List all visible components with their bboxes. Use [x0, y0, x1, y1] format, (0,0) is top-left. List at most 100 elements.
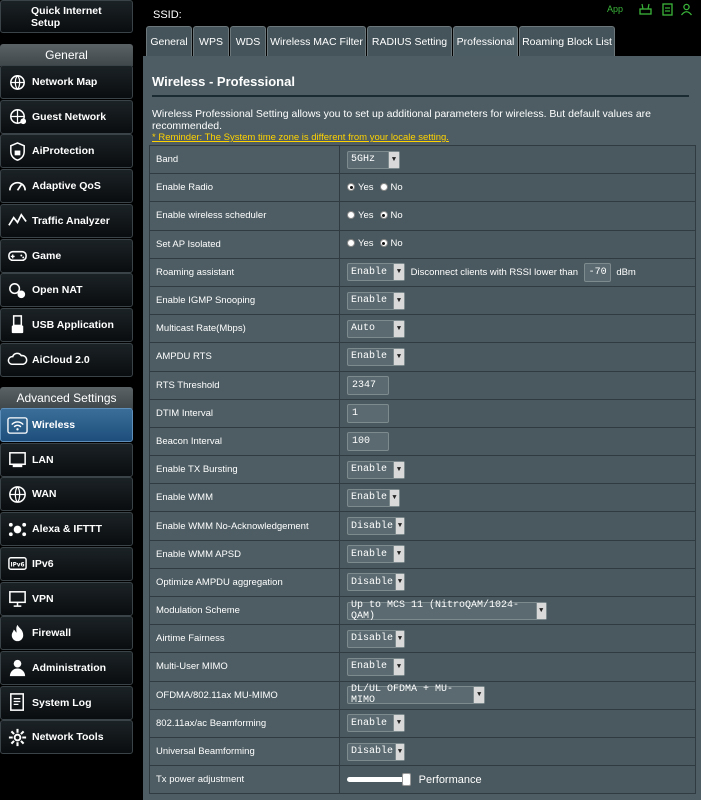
sidebar-item-vpn[interactable]: VPN — [0, 581, 133, 616]
mu-mimo-label: Multi-User MIMO — [149, 652, 340, 682]
wireless-scheduler-yes-label: Yes — [358, 209, 374, 221]
chevron-down-icon: ▼ — [393, 546, 404, 563]
chevron-down-icon: ▼ — [473, 687, 484, 704]
modulation-select[interactable]: Up to MCS 11 (NitroQAM/1024-QAM) ▼ — [347, 600, 547, 622]
sidebar-item-label: AiCloud 2.0 — [32, 353, 90, 366]
sidebar-item-aicloud-2-0[interactable]: AiCloud 2.0 — [0, 342, 133, 377]
setting-row-wmm-apsd: Enable WMM APSD Enable ▼ — [149, 539, 696, 569]
sidebar-item-aiprotection[interactable]: AiProtection — [0, 134, 133, 169]
network-map-icon — [5, 70, 29, 94]
tab-radius-setting[interactable]: RADIUS Setting — [367, 26, 452, 56]
wireless-scheduler-no-radio[interactable] — [379, 211, 388, 220]
sidebar-item-administration[interactable]: Administration — [0, 650, 133, 685]
band-select-value: 5GHz — [351, 154, 376, 166]
lan-icon — [5, 448, 29, 472]
tx-power-slider-track — [347, 776, 406, 782]
wmm-apsd-select[interactable]: Enable ▼ — [347, 545, 405, 564]
sidebar-item-network-tools[interactable]: Network Tools — [0, 720, 133, 755]
router-icon[interactable] — [639, 3, 652, 16]
ampdu-aggregation-select[interactable]: Disable ▼ — [347, 573, 405, 592]
ofdma-select-value: DL/UL OFDMA + MU-MIMO — [351, 684, 454, 707]
wireless-scheduler-yes-radio[interactable] — [347, 211, 355, 220]
roaming-rssi-input[interactable]: -70 — [583, 262, 611, 282]
sidebar-item-lan[interactable]: LAN — [0, 442, 133, 477]
ap-isolated-yes-radio[interactable] — [347, 239, 355, 248]
beamforming-select[interactable]: Enable ▼ — [347, 714, 405, 733]
app-label[interactable]: App — [607, 4, 623, 14]
sidebar-item-game[interactable]: Game — [0, 238, 133, 273]
tab-wps[interactable]: WPS — [193, 26, 229, 56]
sidebar-item-wan[interactable]: WAN — [0, 477, 133, 512]
tx-bursting-label: Enable TX Bursting — [149, 455, 340, 485]
roaming-assistant-select[interactable]: Enable ▼ — [347, 263, 405, 282]
chevron-down-icon: ▼ — [395, 574, 404, 591]
alexa-icon — [5, 517, 29, 541]
settings-table: Band 5GHz ▼ Enable Radio Yes No Enable wi… — [149, 144, 696, 795]
band-select[interactable]: 5GHz ▼ — [347, 150, 400, 169]
tab-professional[interactable]: Professional — [453, 26, 518, 56]
sidebar-item-usb-application[interactable]: USB Application — [0, 307, 133, 342]
sidebar-item-ipv6[interactable]: IPv6 IPv6 — [0, 546, 133, 581]
enable-radio-no-radio[interactable] — [379, 183, 388, 192]
sidebar-item-network-map[interactable]: Network Map — [0, 65, 133, 99]
tab-roaming-block-list[interactable]: Roaming Block List — [519, 26, 615, 56]
sidebar-item-wireless[interactable]: Wireless — [0, 408, 133, 442]
usb-icon[interactable] — [661, 3, 674, 16]
sidebar-item-system-log[interactable]: System Log — [0, 685, 133, 720]
admin-user-icon — [5, 656, 29, 680]
tx-power-slider-thumb[interactable] — [402, 772, 411, 786]
ofdma-select[interactable]: DL/UL OFDMA + MU-MIMO ▼ — [347, 684, 485, 707]
ap-isolated-no-radio[interactable] — [379, 239, 388, 248]
sidebar-item-open-nat[interactable]: Open NAT — [0, 273, 133, 308]
chevron-down-icon: ▼ — [393, 658, 404, 675]
airtime-fairness-select[interactable]: Disable ▼ — [347, 629, 405, 648]
chevron-down-icon: ▼ — [393, 264, 404, 281]
ap-isolated-yes-label: Yes — [358, 237, 374, 249]
tab-general[interactable]: General — [146, 26, 192, 56]
sidebar-item-traffic-analyzer[interactable]: Traffic Analyzer — [0, 203, 133, 238]
setting-row-rts-threshold: RTS Threshold 2347 — [149, 370, 696, 400]
sidebar-item-firewall[interactable]: Firewall — [0, 616, 133, 651]
title-divider — [152, 95, 689, 97]
beacon-interval-label: Beacon Interval — [149, 426, 340, 457]
tx-bursting-select[interactable]: Enable ▼ — [347, 460, 405, 479]
chevron-down-icon: ▼ — [393, 715, 404, 732]
wmm-select[interactable]: Enable ▼ — [347, 488, 400, 507]
enable-radio-yes-radio[interactable] — [347, 183, 355, 192]
top-bar: SSID: App — [143, 0, 701, 26]
setting-row-multicast-rate: Multicast Rate(Mbps) Auto ▼ — [149, 314, 696, 344]
tab-wireless-mac-filter[interactable]: Wireless MAC Filter — [267, 26, 366, 56]
chevron-down-icon: ▼ — [388, 151, 399, 168]
wmm-no-ack-label: Enable WMM No-Acknowledgement — [149, 511, 340, 541]
gear-icon — [5, 725, 29, 749]
ampdu-rts-select[interactable]: Enable ▼ — [347, 347, 405, 366]
rts-threshold-input[interactable]: 2347 — [347, 375, 389, 395]
advanced-settings-heading: Advanced Settings — [0, 387, 133, 409]
sidebar-item-adaptive-qos[interactable]: Adaptive QoS — [0, 169, 133, 204]
user-icon[interactable] — [680, 3, 693, 16]
dtim-interval-input[interactable]: 1 — [347, 403, 389, 423]
setting-row-roaming-assistant: Roaming assistant Enable ▼ Disconnect cli… — [149, 257, 696, 287]
svg-text:IPv6: IPv6 — [10, 563, 24, 569]
universal-beamforming-select[interactable]: Disable ▼ — [347, 742, 405, 761]
mu-mimo-select[interactable]: Enable ▼ — [347, 657, 405, 676]
sidebar-item-label: VPN — [32, 592, 54, 605]
ampdu-aggregation-select-value: Disable — [351, 576, 394, 588]
quick-internet-setup-button[interactable]: Quick Internet Setup — [0, 0, 133, 33]
setting-row-igmp-snooping: Enable IGMP Snooping Enable ▼ — [149, 285, 696, 316]
wireless-scheduler-no-label: No — [390, 209, 403, 221]
sidebar-item-label: Network Tools — [32, 731, 104, 744]
igmp-snooping-select[interactable]: Enable ▼ — [347, 291, 405, 310]
tab-wds[interactable]: WDS — [230, 26, 266, 56]
beacon-interval-input[interactable]: 100 — [347, 431, 389, 451]
wmm-no-ack-select[interactable]: Disable ▼ — [347, 517, 405, 536]
main-panel: Wireless - Professional Wireless Profess… — [143, 56, 701, 800]
gauge-icon — [5, 174, 29, 198]
sidebar-item-alexa-ifttt[interactable]: Alexa & IFTTT — [0, 512, 133, 547]
tx-power-slider[interactable] — [347, 772, 411, 786]
sidebar-item-label: WAN — [32, 488, 57, 501]
multicast-rate-select[interactable]: Auto ▼ — [347, 319, 405, 338]
wifi-icon — [5, 413, 29, 437]
timezone-reminder-link[interactable]: * Reminder: The System time zone is diff… — [152, 132, 449, 143]
sidebar-item-guest-network[interactable]: Guest Network — [0, 99, 133, 134]
